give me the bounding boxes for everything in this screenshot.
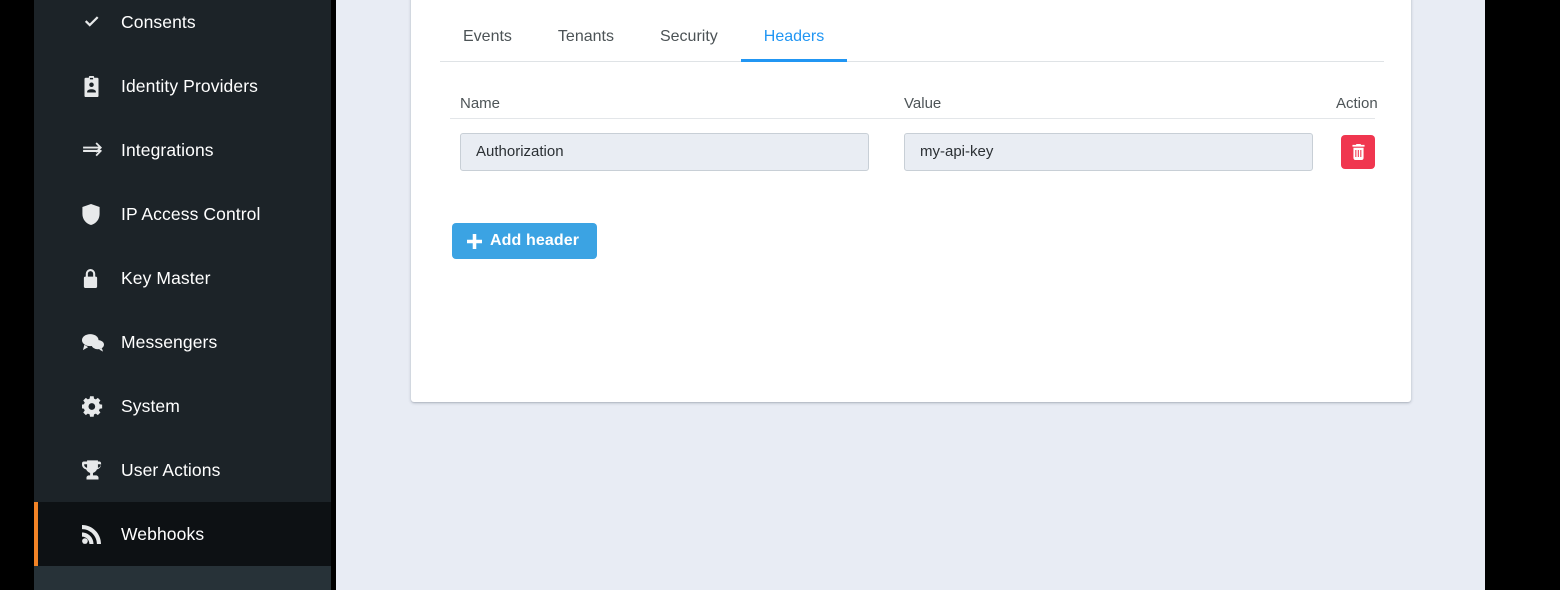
sidebar-item-label: Consents [112, 12, 196, 33]
column-header-action: Action [1336, 95, 1375, 112]
sidebar-item-label: IP Access Control [112, 204, 261, 225]
check-icon [82, 12, 112, 32]
add-header-label: Add header [490, 232, 579, 250]
lock-icon [82, 268, 112, 289]
sidebar-item-user-actions[interactable]: User Actions [34, 438, 331, 502]
table-row [450, 119, 1375, 173]
comments-icon [82, 333, 112, 352]
sidebar-item-label: Webhooks [112, 524, 204, 545]
cell-value [893, 133, 1336, 171]
sidebar-item-label: Key Master [112, 268, 211, 289]
app-root: Consents Identity Providers [0, 0, 1560, 590]
sidebar-nav-list: Consents Identity Providers [34, 0, 331, 590]
tab-security[interactable]: Security [637, 0, 741, 61]
sidebar-item-label: Messengers [112, 332, 217, 353]
table-header-row: Name Value Action [450, 84, 1375, 119]
sidebar-item-key-master[interactable]: Key Master [34, 246, 331, 310]
column-header-name: Name [450, 95, 893, 112]
shield-icon [82, 204, 112, 225]
webhook-settings-card: Events Tenants Security Headers Name Val… [411, 0, 1411, 402]
tab-tenants[interactable]: Tenants [535, 0, 637, 61]
headers-table: Name Value Action [450, 84, 1375, 173]
tab-label: Events [463, 24, 512, 45]
sidebar-item-label: System [112, 396, 180, 417]
sidebar-footer-strip [34, 566, 331, 590]
exchange-arrows-icon [82, 141, 112, 159]
sidebar-item-label: User Actions [112, 460, 220, 481]
sidebar-item-integrations[interactable]: Integrations [34, 118, 331, 182]
sidebar-item-system[interactable]: System [34, 374, 331, 438]
plus-icon [467, 234, 482, 249]
sidebar-item-messengers[interactable]: Messengers [34, 310, 331, 374]
tab-label: Headers [764, 24, 824, 45]
trash-icon [1351, 144, 1366, 160]
trophy-icon [82, 460, 112, 480]
tab-bar: Events Tenants Security Headers [440, 0, 1384, 62]
delete-header-button[interactable] [1341, 135, 1375, 169]
tab-label: Security [660, 24, 718, 45]
cell-action [1336, 135, 1375, 169]
id-badge-icon [82, 76, 112, 97]
gear-icon [82, 396, 112, 417]
column-header-value: Value [893, 95, 1336, 112]
tab-events[interactable]: Events [440, 0, 535, 61]
add-header-button[interactable]: Add header [452, 223, 597, 259]
sidebar-item-ip-access-control[interactable]: IP Access Control [34, 182, 331, 246]
sidebar-item-identity-providers[interactable]: Identity Providers [34, 54, 331, 118]
content-area: Events Tenants Security Headers Name Val… [336, 0, 1485, 590]
header-value-input[interactable] [904, 133, 1313, 171]
sidebar-item-label: Integrations [112, 140, 214, 161]
cell-name [450, 133, 893, 171]
rss-broadcast-icon [82, 525, 112, 544]
sidebar-item-consents[interactable]: Consents [34, 0, 331, 54]
tab-headers[interactable]: Headers [741, 0, 847, 61]
header-name-input[interactable] [460, 133, 869, 171]
sidebar-item-label: Identity Providers [112, 76, 258, 97]
sidebar: Consents Identity Providers [34, 0, 331, 590]
sidebar-item-webhooks[interactable]: Webhooks [34, 502, 331, 566]
tab-label: Tenants [558, 24, 614, 45]
